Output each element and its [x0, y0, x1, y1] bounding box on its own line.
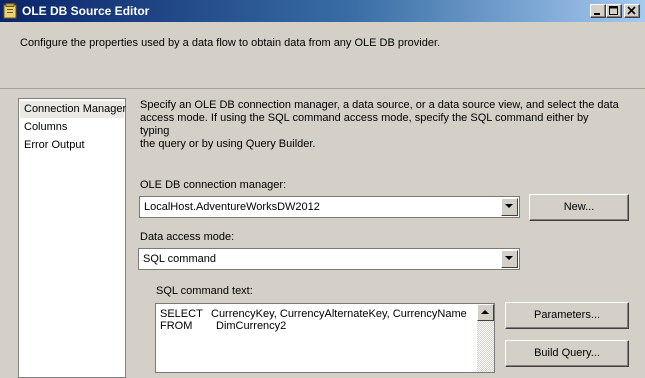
window-title: OLE DB Source Editor: [22, 4, 150, 18]
nav-item-error-output[interactable]: Error Output: [20, 137, 124, 154]
close-button[interactable]: [624, 4, 640, 18]
connection-manager-value: LocalHost.AdventureWorksDW2012: [144, 201, 320, 213]
data-access-mode-value: SQL command: [143, 253, 216, 265]
chevron-down-icon: [505, 256, 513, 260]
sql-keyword: FROM: [160, 320, 193, 332]
close-icon: [627, 6, 636, 15]
sql-command-label: SQL command text:: [156, 285, 253, 297]
parameters-button[interactable]: Parameters...: [505, 302, 629, 329]
scroll-up-button[interactable]: [477, 304, 494, 321]
title-bar[interactable]: OLE DB Source Editor: [0, 0, 645, 22]
minimize-button[interactable]: [590, 4, 606, 18]
vertical-scrollbar[interactable]: [477, 304, 494, 372]
connection-dropdown-button[interactable]: [501, 198, 518, 216]
header-panel: Configure the properties used by a data …: [0, 22, 645, 89]
header-description: Configure the properties used by a data …: [20, 37, 441, 49]
package-icon: [3, 3, 18, 19]
minimize-icon: [594, 13, 600, 15]
data-access-mode-combo[interactable]: SQL command: [138, 248, 520, 270]
instructions-line: access mode. If using the SQL command ac…: [140, 112, 589, 137]
new-connection-button[interactable]: New...: [529, 194, 629, 221]
sql-text: CurrencyKey, CurrencyAlternateKey, Curre…: [211, 308, 467, 320]
sql-keyword: SELECT: [160, 308, 203, 320]
sql-command-textarea[interactable]: SELECT CurrencyKey, CurrencyAlternateKey…: [155, 303, 495, 373]
instructions-text: Specify an OLE DB connection manager, a …: [140, 99, 620, 151]
connection-manager-combo[interactable]: LocalHost.AdventureWorksDW2012: [139, 196, 520, 218]
sql-text: DimCurrency2: [216, 320, 287, 332]
chevron-up-icon: [481, 310, 489, 314]
maximize-icon: [609, 6, 618, 15]
build-query-button[interactable]: Build Query...: [505, 340, 629, 367]
scroll-track[interactable]: [477, 321, 494, 372]
data-access-mode-label: Data access mode:: [140, 231, 235, 243]
nav-item-columns[interactable]: Columns: [20, 119, 124, 136]
instructions-line: Specify an OLE DB connection manager, a …: [140, 99, 619, 111]
access-mode-dropdown-button[interactable]: [501, 250, 518, 268]
instructions-line: the query or by using Query Builder.: [140, 138, 316, 150]
page-navigation: Connection Manager Columns Error Output: [18, 98, 126, 378]
nav-item-connection-manager[interactable]: Connection Manager: [20, 101, 126, 118]
chevron-down-icon: [505, 204, 513, 208]
maximize-button[interactable]: [606, 4, 622, 18]
connection-manager-label: OLE DB connection manager:: [140, 179, 287, 191]
